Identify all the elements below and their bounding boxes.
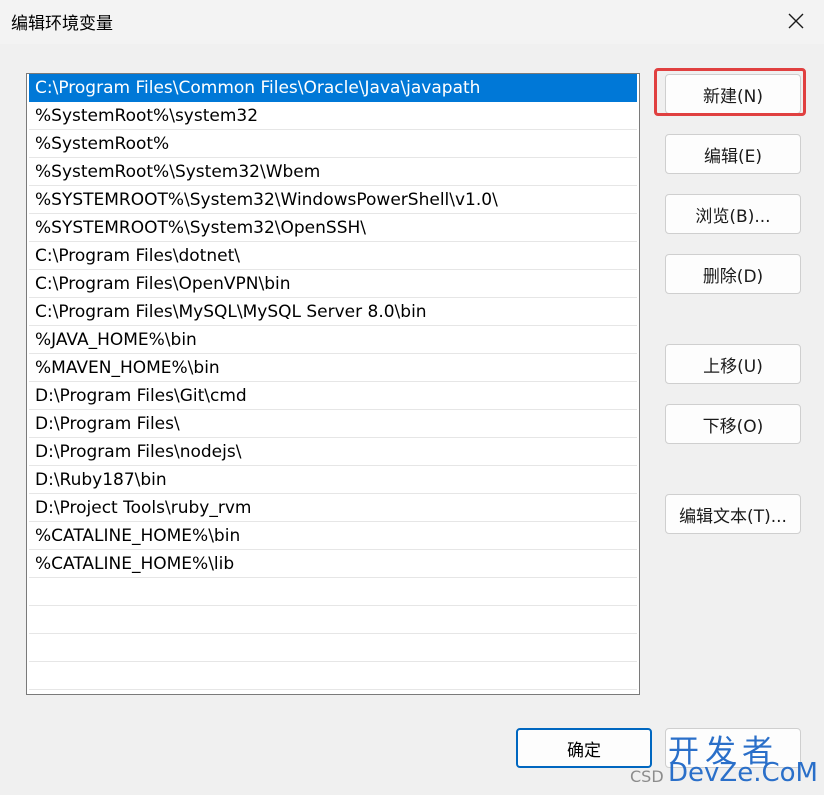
- list-item-text: D:\Project Tools\ruby_rvm: [35, 498, 252, 518]
- list-item[interactable]: [29, 578, 637, 606]
- move-up-button[interactable]: 上移(U): [665, 344, 801, 384]
- list-item-text: D:\Program Files\nodejs\: [35, 442, 242, 462]
- list-item[interactable]: C:\Program Files\Common Files\Oracle\Jav…: [29, 74, 637, 102]
- list-item[interactable]: %CATALINE_HOME%\bin: [29, 522, 637, 550]
- list-item-text: C:\Program Files\MySQL\MySQL Server 8.0\…: [35, 302, 427, 322]
- watermark-sub: DevZe.CoM: [668, 758, 818, 788]
- list-item-text: %CATALINE_HOME%\lib: [35, 554, 235, 574]
- list-item-text: D:\Program Files\Git\cmd: [35, 386, 247, 406]
- list-item[interactable]: [29, 634, 637, 662]
- list-item[interactable]: %MAVEN_HOME%\bin: [29, 354, 637, 382]
- list-item[interactable]: %SystemRoot%\system32: [29, 102, 637, 130]
- watermark-prefix: CSD: [630, 767, 664, 786]
- list-item[interactable]: %SYSTEMROOT%\System32\OpenSSH\: [29, 214, 637, 242]
- list-item-text: %SYSTEMROOT%\System32\WindowsPowerShell\…: [35, 190, 498, 210]
- list-item[interactable]: D:\Project Tools\ruby_rvm: [29, 494, 637, 522]
- list-item-text: %CATALINE_HOME%\bin: [35, 526, 241, 546]
- list-item[interactable]: %SYSTEMROOT%\System32\WindowsPowerShell\…: [29, 186, 637, 214]
- close-button[interactable]: [778, 4, 814, 38]
- list-item[interactable]: [29, 662, 637, 690]
- window-title: 编辑环境变量: [11, 14, 113, 34]
- list-item[interactable]: %SystemRoot%\System32\Wbem: [29, 158, 637, 186]
- list-item-text: D:\Ruby187\bin: [35, 470, 167, 490]
- list-item-text: C:\Program Files\dotnet\: [35, 246, 240, 266]
- list-item[interactable]: D:\Ruby187\bin: [29, 466, 637, 494]
- list-item-text: %SystemRoot%\system32: [35, 106, 259, 126]
- list-item-text: %SYSTEMROOT%\System32\OpenSSH\: [35, 218, 367, 238]
- list-item-text: %SystemRoot%\System32\Wbem: [35, 162, 321, 182]
- delete-button[interactable]: 删除(D): [665, 254, 801, 294]
- list-item-text: C:\Program Files\OpenVPN\bin: [35, 274, 291, 294]
- list-item[interactable]: C:\Program Files\OpenVPN\bin: [29, 270, 637, 298]
- edit-button[interactable]: 编辑(E): [665, 134, 801, 174]
- list-item-text: %JAVA_HOME%\bin: [35, 330, 197, 350]
- move-down-button[interactable]: 下移(O): [665, 404, 801, 444]
- list-item-text: C:\Program Files\Common Files\Oracle\Jav…: [35, 78, 481, 98]
- list-item[interactable]: C:\Program Files\dotnet\: [29, 242, 637, 270]
- edit-text-button[interactable]: 编辑文本(T)...: [665, 494, 801, 534]
- list-item[interactable]: D:\Program Files\Git\cmd: [29, 382, 637, 410]
- list-item-text: %MAVEN_HOME%\bin: [35, 358, 220, 378]
- new-button[interactable]: 新建(N): [665, 74, 801, 114]
- list-item-text: D:\Program Files\: [35, 414, 180, 434]
- browse-button[interactable]: 浏览(B)...: [665, 194, 801, 234]
- list-item[interactable]: [29, 606, 637, 634]
- list-item[interactable]: D:\Program Files\: [29, 410, 637, 438]
- list-item[interactable]: C:\Program Files\MySQL\MySQL Server 8.0\…: [29, 298, 637, 326]
- list-item[interactable]: D:\Program Files\nodejs\: [29, 438, 637, 466]
- list-item-text: %SystemRoot%: [35, 134, 170, 154]
- list-item[interactable]: %CATALINE_HOME%\lib: [29, 550, 637, 578]
- ok-button[interactable]: 确定: [516, 728, 652, 768]
- list-item[interactable]: %SystemRoot%: [29, 130, 637, 158]
- path-list[interactable]: C:\Program Files\Common Files\Oracle\Jav…: [26, 73, 640, 695]
- title-bar: 编辑环境变量: [0, 0, 824, 44]
- close-icon: [788, 13, 804, 29]
- list-item[interactable]: %JAVA_HOME%\bin: [29, 326, 637, 354]
